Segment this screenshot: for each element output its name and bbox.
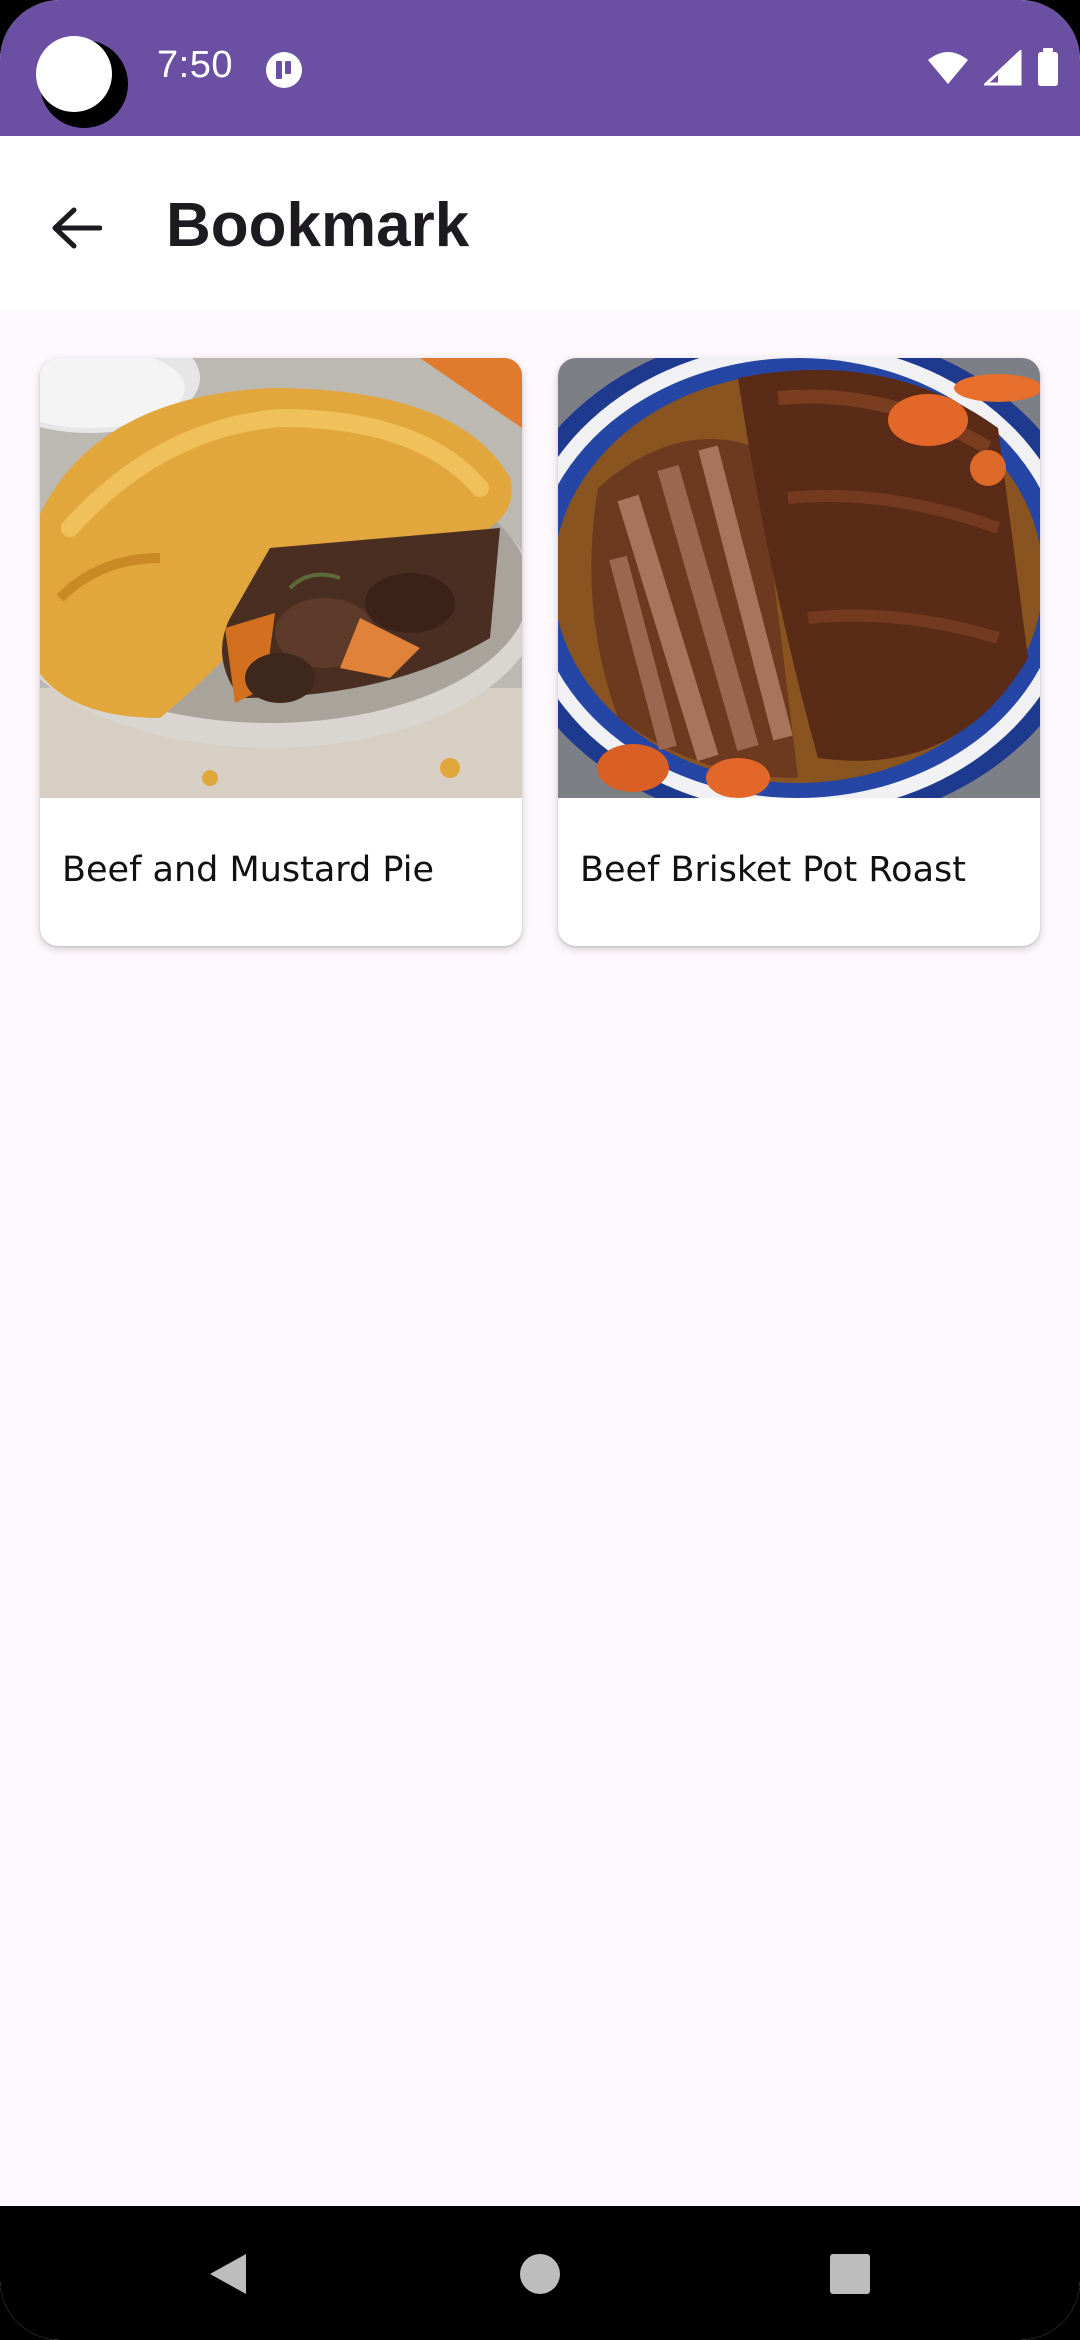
nav-home-icon (520, 2254, 560, 2294)
status-moon-avatar-icon (36, 36, 128, 128)
nav-back-icon (210, 2254, 246, 2294)
screen: 7:50 Bookmark Beef and Mustard Pie Beef … (0, 0, 1080, 2340)
nav-recents-icon (830, 2254, 870, 2294)
bookmark-card[interactable]: Beef and Mustard Pie (40, 358, 522, 946)
status-icons (926, 46, 1060, 90)
bookmark-grid: Beef and Mustard Pie Beef Brisket Pot Ro… (0, 310, 1080, 2206)
page-title: Bookmark (166, 191, 470, 260)
bookmark-title: Beef and Mustard Pie (62, 850, 434, 890)
battery-icon (1038, 48, 1058, 86)
status-bar: 7:50 (0, 0, 1080, 136)
arrow-back-icon (52, 207, 102, 249)
wifi-icon (928, 52, 968, 84)
status-time: 7:50 (157, 44, 233, 86)
app-bar: Bookmark (0, 136, 1080, 310)
back-button[interactable] (36, 188, 116, 268)
nav-recents-button[interactable] (818, 2242, 882, 2306)
bookmark-title: Beef Brisket Pot Roast (580, 850, 966, 890)
navigation-bar (0, 2206, 1080, 2340)
beef-mustard-pie-photo (40, 358, 522, 798)
cell-signal-icon (984, 50, 1022, 86)
nav-home-button[interactable] (508, 2242, 572, 2306)
beef-brisket-pot-roast-photo (558, 358, 1040, 798)
bookmark-card[interactable]: Beef Brisket Pot Roast (558, 358, 1040, 946)
pause-circle-icon (266, 52, 302, 88)
nav-back-button[interactable] (196, 2242, 260, 2306)
